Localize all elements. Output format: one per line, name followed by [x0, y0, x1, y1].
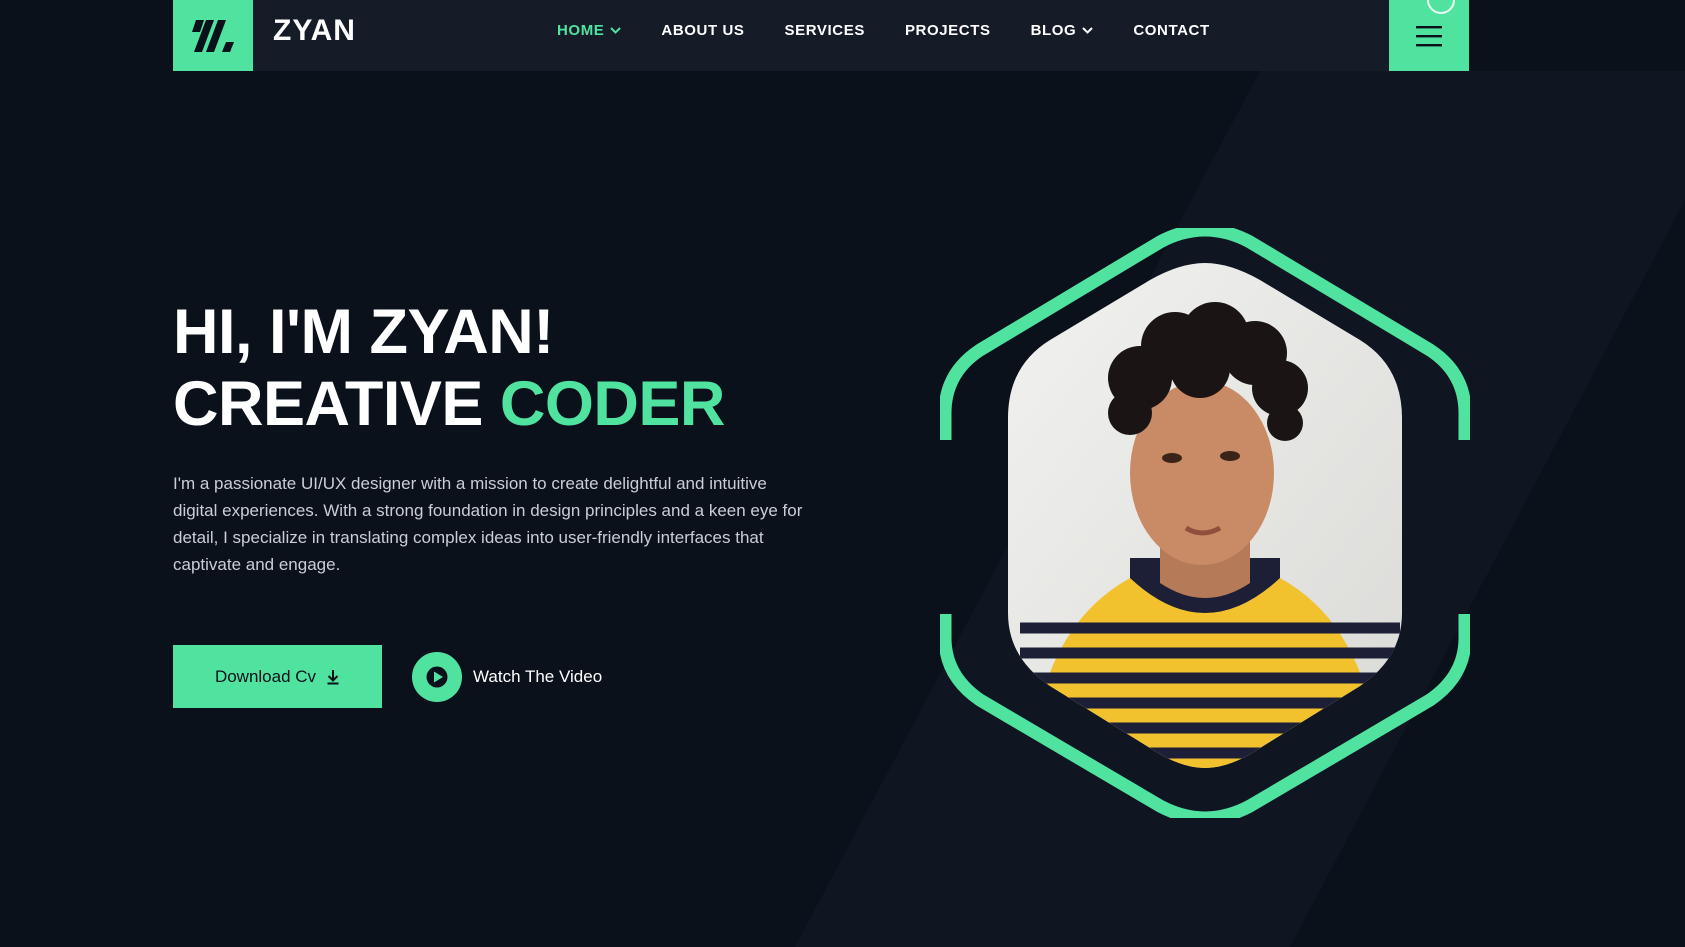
download-cv-button[interactable]: Download Cv: [173, 645, 382, 708]
nav-item-label: ABOUT US: [661, 22, 745, 39]
download-cv-label: Download Cv: [214, 666, 317, 686]
slashes-logo-icon: [192, 19, 234, 52]
watch-video-button[interactable]: Watch The Video: [412, 652, 602, 702]
watch-video-label: Watch The Video: [473, 667, 603, 686]
main-nav: HOME ABOUT US SERVICES PROJECTS BLOG CON…: [557, 0, 1250, 61]
logo[interactable]: [173, 0, 253, 71]
play-icon: [426, 666, 448, 688]
hero-title-accent: CODER: [499, 369, 726, 439]
nav-item-label: BLOG: [1030, 22, 1077, 39]
hamburger-menu-icon: [1416, 25, 1442, 46]
hero-title-line1: HI, I'M ZYAN!: [173, 297, 554, 367]
hero-title: HI, I'M ZYAN! CREATIVE CODER: [173, 296, 725, 440]
site-header: ZYAN HOME ABOUT US SERVICES PROJECTS BLO…: [173, 0, 1469, 71]
chevron-down-icon: [610, 27, 622, 34]
chevron-down-icon: [1082, 27, 1094, 34]
nav-item-services[interactable]: SERVICES: [785, 22, 865, 39]
nav-item-about-us[interactable]: ABOUT US: [661, 22, 744, 39]
menu-button[interactable]: [1389, 0, 1469, 71]
profile-photo: [1008, 263, 1402, 768]
hero-title-line2-prefix: CREATIVE: [173, 369, 500, 439]
nav-item-label: HOME: [557, 22, 605, 39]
nav-item-contact[interactable]: CONTACT: [1133, 22, 1209, 39]
play-button[interactable]: [412, 652, 462, 702]
menu-decor-circle: [1427, 0, 1455, 14]
nav-item-projects[interactable]: PROJECTS: [905, 22, 991, 39]
nav-item-label: CONTACT: [1133, 22, 1210, 39]
nav-item-home[interactable]: HOME: [557, 22, 622, 39]
download-icon: [327, 669, 339, 684]
nav-item-label: SERVICES: [784, 22, 865, 39]
hero-description: I'm a passionate UI/UX designer with a m…: [173, 474, 803, 574]
nav-item-blog[interactable]: BLOG: [1031, 22, 1094, 39]
brand-name[interactable]: ZYAN: [273, 14, 356, 48]
profile-portrait: [940, 228, 1470, 818]
nav-item-label: PROJECTS: [904, 22, 991, 39]
